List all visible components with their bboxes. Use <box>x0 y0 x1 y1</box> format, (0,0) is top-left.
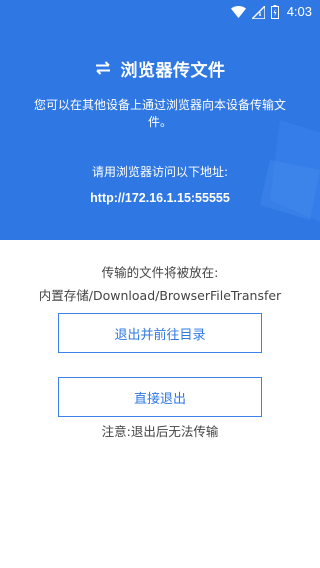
battery-icon <box>270 5 279 19</box>
server-address: http://172.16.1.15:55555 <box>90 191 230 205</box>
status-bar: 4:03 <box>0 0 320 24</box>
page-title: 浏览器传文件 <box>120 60 226 81</box>
save-location-path: 内置存储/Download/BrowserFileTransfer <box>38 288 282 303</box>
exit-warning-note: 注意:退出后无法传输 <box>101 424 219 439</box>
status-time: 4:03 <box>286 4 312 19</box>
exit-button[interactable]: 直接退出 <box>58 377 262 417</box>
signal-icon <box>251 5 265 19</box>
title-row: 浏览器传文件 <box>0 56 320 81</box>
description-text: 您可以在其他设备上通过浏览器向本设备传输文件。 <box>33 98 286 129</box>
header-panel: 4:03 浏览器传文件 您可以在其他设备上通过浏览器向本设备传输文件。 请用浏览… <box>0 0 320 240</box>
status-icons: 4:03 <box>230 4 312 20</box>
app-screen: 4:03 浏览器传文件 您可以在其他设备上通过浏览器向本设备传输文件。 请用浏览… <box>0 0 320 568</box>
swap-arrows-icon <box>95 61 110 75</box>
save-location-label: 传输的文件将被放在: <box>101 265 219 280</box>
access-prompt: 请用浏览器访问以下地址: <box>91 165 229 179</box>
exit-and-open-folder-button[interactable]: 退出并前往目录 <box>58 313 262 353</box>
wifi-icon <box>230 6 246 18</box>
